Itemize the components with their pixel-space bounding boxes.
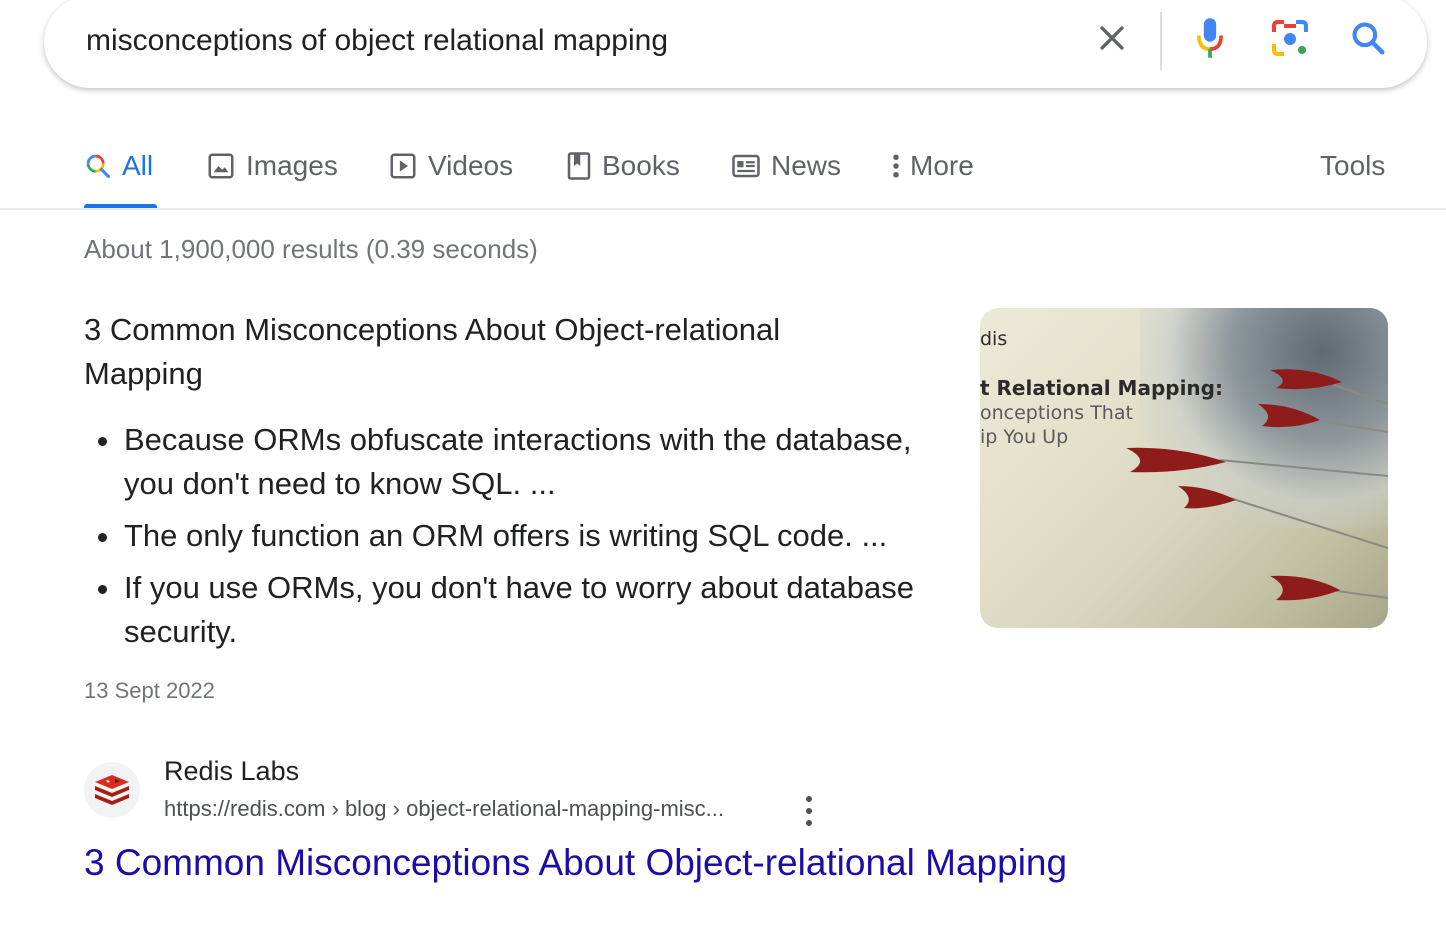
camera-lens-icon[interactable] bbox=[1270, 18, 1310, 58]
search-tabs: All Images Videos Books News More Tools bbox=[0, 130, 1446, 210]
book-icon bbox=[566, 151, 592, 181]
tab-more[interactable]: More bbox=[888, 146, 974, 186]
tab-label: More bbox=[910, 150, 974, 181]
clear-icon[interactable] bbox=[1092, 18, 1132, 58]
play-icon bbox=[388, 151, 418, 181]
news-icon bbox=[731, 151, 761, 181]
tab-label: All bbox=[122, 150, 154, 181]
search-icon[interactable] bbox=[1348, 18, 1388, 58]
image-icon bbox=[206, 151, 236, 181]
list-item: If you use ORMs, you don't have to worry… bbox=[84, 566, 924, 654]
more-options-icon[interactable] bbox=[796, 794, 822, 828]
tab-label: Images bbox=[246, 150, 338, 181]
tab-images[interactable]: Images bbox=[206, 146, 338, 186]
result-title-link[interactable]: 3 Common Misconceptions About Object-rel… bbox=[84, 842, 1067, 884]
featured-snippet-title: 3 Common Misconceptions About Object-rel… bbox=[84, 312, 781, 391]
search-box[interactable]: misconceptions of object relational mapp… bbox=[44, 0, 1427, 88]
featured-snippet-date: 13 Sept 2022 bbox=[84, 678, 215, 703]
more-vert-icon bbox=[888, 151, 904, 181]
search-divider bbox=[1160, 12, 1162, 70]
microphone-icon[interactable] bbox=[1190, 18, 1230, 58]
featured-snippet-image[interactable]: dis t Relational Mapping: onceptions Tha… bbox=[980, 308, 1388, 628]
tabs-divider bbox=[0, 208, 1446, 210]
tab-label: Videos bbox=[428, 150, 514, 181]
featured-snippet-list: Because ORMs obfuscate interactions with… bbox=[84, 418, 924, 662]
result-stats: About 1,900,000 results (0.39 seconds) bbox=[84, 234, 538, 264]
tab-books[interactable]: Books bbox=[566, 146, 680, 186]
result-url[interactable]: https://redis.com › blog › object-relati… bbox=[164, 796, 724, 822]
redis-logo-icon bbox=[95, 775, 129, 805]
tab-label: Books bbox=[602, 150, 680, 181]
tab-videos[interactable]: Videos bbox=[388, 146, 513, 186]
site-favicon[interactable] bbox=[84, 762, 140, 818]
darts-illustration bbox=[1126, 369, 1388, 601]
tab-all[interactable]: All bbox=[84, 146, 153, 186]
tools-button[interactable]: Tools bbox=[1320, 146, 1385, 186]
search-input[interactable]: misconceptions of object relational mapp… bbox=[86, 24, 668, 58]
tab-label: News bbox=[771, 150, 842, 181]
list-item: The only function an ORM offers is writi… bbox=[84, 514, 924, 558]
search-icon bbox=[84, 152, 112, 180]
tab-news[interactable]: News bbox=[731, 146, 841, 186]
result-site-name[interactable]: Redis Labs bbox=[164, 756, 299, 787]
list-item: Because ORMs obfuscate interactions with… bbox=[84, 418, 924, 506]
